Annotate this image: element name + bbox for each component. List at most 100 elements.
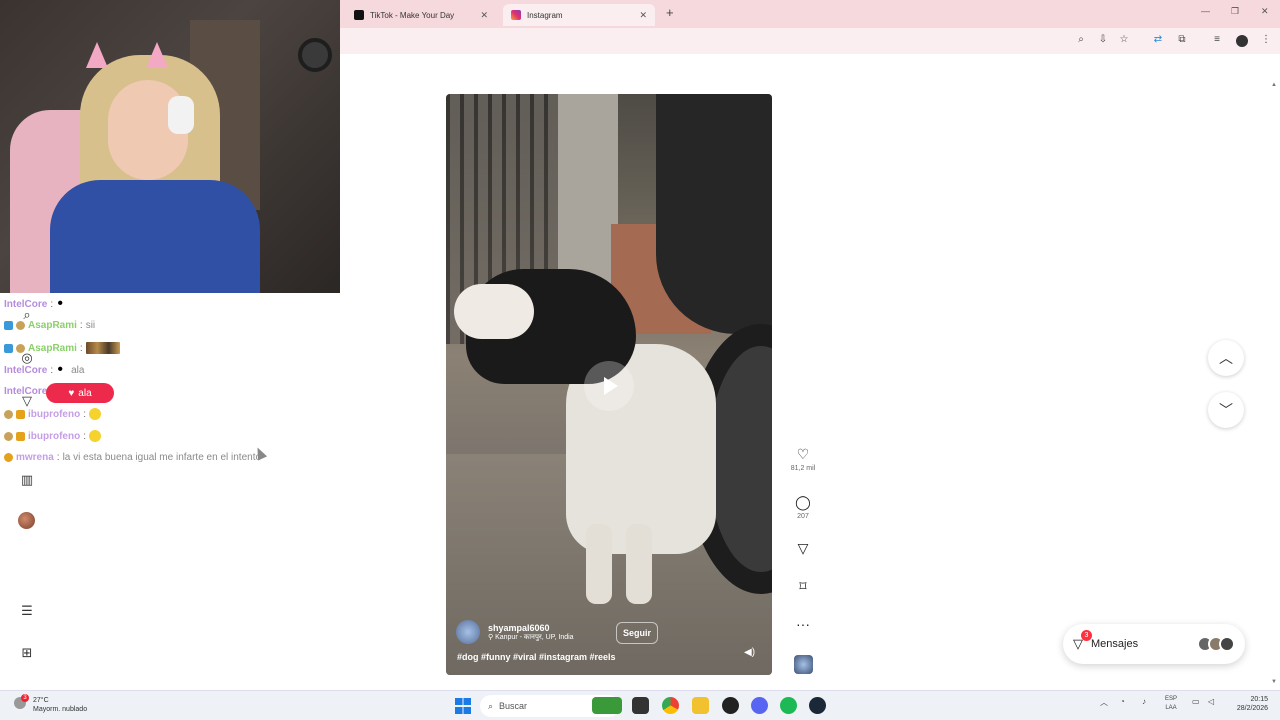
extensions-icon[interactable]: ⧉	[1175, 34, 1189, 45]
chat-line: ibuprofeno :	[4, 430, 101, 442]
profile-avatar[interactable]	[18, 512, 35, 529]
spotify-icon[interactable]	[780, 697, 797, 714]
tab-label: TikTok - Make Your Day	[370, 10, 455, 20]
like-pill-text: ala	[78, 387, 92, 399]
dog-snout	[454, 284, 534, 339]
reel-author[interactable]: shyampal6060 ⚲ Kanpur - कानपुर, UP, Indi…	[456, 620, 574, 644]
weather-badge: 3	[21, 694, 29, 702]
chat-message: sii	[85, 320, 96, 331]
more-menu-icon[interactable]: ☰	[18, 603, 36, 619]
tab-label: Instagram	[527, 10, 563, 20]
smile-emote-icon	[89, 408, 101, 420]
network-icon[interactable]: ◔	[1120, 697, 1125, 706]
task-view-icon[interactable]	[632, 697, 649, 714]
mute-icon[interactable]: ◀)	[744, 647, 755, 658]
panda-emote-icon	[56, 298, 69, 310]
explore-icon[interactable]: ◎	[18, 350, 36, 366]
close-tab-icon[interactable]: ✕	[639, 10, 647, 21]
steam-icon[interactable]	[809, 697, 826, 714]
like-action[interactable]: ♡ 81,2 mil	[790, 446, 816, 472]
chat-username: IntelCore	[4, 364, 48, 376]
cat-ear-left	[86, 42, 108, 68]
obs-icon[interactable]	[722, 697, 739, 714]
chat-separator: :	[50, 298, 54, 310]
install-icon[interactable]: ⇩	[1096, 34, 1110, 45]
badge-icon	[4, 343, 13, 353]
more-action[interactable]: ···	[790, 616, 816, 632]
more-dots-icon[interactable]: ···	[790, 616, 816, 632]
like-notification-pill: ♥ ala	[46, 383, 114, 403]
share-action[interactable]: ▽	[790, 540, 816, 557]
zoom-icon[interactable]: ⌕	[1074, 34, 1088, 45]
chat-username: mwrena	[16, 452, 54, 463]
profile-icon[interactable]	[1236, 35, 1248, 47]
comment-icon[interactable]: ◯	[790, 494, 816, 511]
save-action[interactable]: ⌑	[790, 578, 816, 595]
media-icon[interactable]: ≡	[1210, 34, 1224, 45]
tray-chevron-icon[interactable]: ︿	[1100, 697, 1108, 708]
taskbar: 3 27°C Mayorm. nublado ⌕ Buscar ︿ ◔ ♪ ES…	[0, 690, 1280, 720]
send-icon[interactable]: ▽	[18, 393, 36, 409]
scroll-up-icon[interactable]: ▲	[1271, 82, 1277, 88]
weather-widget[interactable]: 27°C Mayorm. nublado	[33, 696, 87, 714]
chat-separator: :	[79, 342, 83, 354]
apps-icon[interactable]: ⊞	[18, 645, 36, 661]
bookmark-icon[interactable]: ⌑	[790, 578, 816, 595]
chrome-icon[interactable]	[662, 697, 679, 714]
tab-tiktok[interactable]: TikTok - Make Your Day ✕	[346, 4, 496, 26]
emote-strip-icon	[85, 342, 120, 354]
browser-toolbar	[340, 28, 1280, 54]
tiktok-favicon-icon	[354, 10, 364, 20]
badge-icon	[4, 453, 13, 462]
new-tab-button[interactable]: +	[666, 5, 674, 20]
star-icon[interactable]: ☆	[1117, 34, 1131, 45]
chat-message: la vi esta buena igual me infarte en el …	[62, 452, 262, 463]
microphone-icon[interactable]: ♪	[1142, 697, 1146, 706]
badge-icon	[4, 409, 13, 419]
next-reel-button[interactable]: ﹀	[1208, 392, 1244, 428]
menu-icon[interactable]: ⋮	[1259, 34, 1273, 45]
minimize-icon[interactable]: —	[1201, 6, 1210, 16]
close-tab-icon[interactable]: ✕	[480, 10, 488, 21]
reel-video[interactable]: shyampal6060 ⚲ Kanpur - कानपुर, UP, Indi…	[446, 94, 772, 675]
display-icon[interactable]: ▭	[1192, 697, 1200, 706]
share-icon[interactable]: ▽	[790, 540, 816, 557]
badge-icon	[4, 431, 13, 441]
send-icon: ▽ 3	[1073, 630, 1092, 652]
audio-thumbnail[interactable]	[794, 655, 813, 674]
chat-line: IntelCore : ala	[4, 364, 84, 376]
translate-icon[interactable]: ⇄	[1151, 34, 1165, 45]
restore-icon[interactable]: ❐	[1231, 6, 1239, 17]
reel-hashtags[interactable]: #dog #funny #viral #instagram #reels	[457, 652, 616, 662]
play-button[interactable]	[584, 361, 634, 411]
discord-icon[interactable]	[751, 697, 768, 714]
file-explorer-icon[interactable]	[692, 697, 709, 714]
search-placeholder: Buscar	[499, 701, 528, 711]
heart-icon[interactable]: ♡	[790, 446, 816, 463]
chat-separator: :	[79, 320, 83, 331]
author-location[interactable]: Kanpur - कानपुर, UP, India	[495, 634, 574, 641]
language-indicator[interactable]: ESP LAA	[1165, 695, 1177, 713]
messages-button[interactable]: ▽ 3 Mensajes	[1063, 624, 1245, 664]
author-avatar[interactable]	[456, 620, 480, 644]
like-count: 81,2 mil	[790, 465, 816, 472]
widgets-icon[interactable]	[592, 697, 622, 714]
follow-button[interactable]: Seguir	[616, 622, 659, 644]
chevron-down-icon: ﹀	[1219, 402, 1233, 418]
search-icon[interactable]: ⌕	[18, 307, 36, 323]
clock[interactable]: 20:15 28/2/2026	[1228, 695, 1268, 713]
temperature: 27°C	[33, 697, 49, 704]
windows-start-icon[interactable]	[455, 698, 471, 714]
author-username[interactable]: shyampal6060	[488, 623, 574, 633]
streamer-shirt	[50, 180, 260, 293]
close-window-icon[interactable]: ✕	[1261, 6, 1269, 17]
scroll-down-icon[interactable]: ▼	[1271, 679, 1277, 685]
comment-action[interactable]: ◯ 207	[790, 494, 816, 520]
volume-icon[interactable]: ◁	[1208, 697, 1214, 706]
tab-instagram[interactable]: Instagram ✕	[503, 4, 655, 26]
dashboard-icon[interactable]: ▥	[18, 472, 36, 488]
previous-reel-button[interactable]: ︿	[1208, 340, 1244, 376]
chat-separator: :	[83, 430, 86, 442]
dog-leg	[586, 524, 612, 604]
keyboard-layout: LAA	[1165, 705, 1177, 711]
